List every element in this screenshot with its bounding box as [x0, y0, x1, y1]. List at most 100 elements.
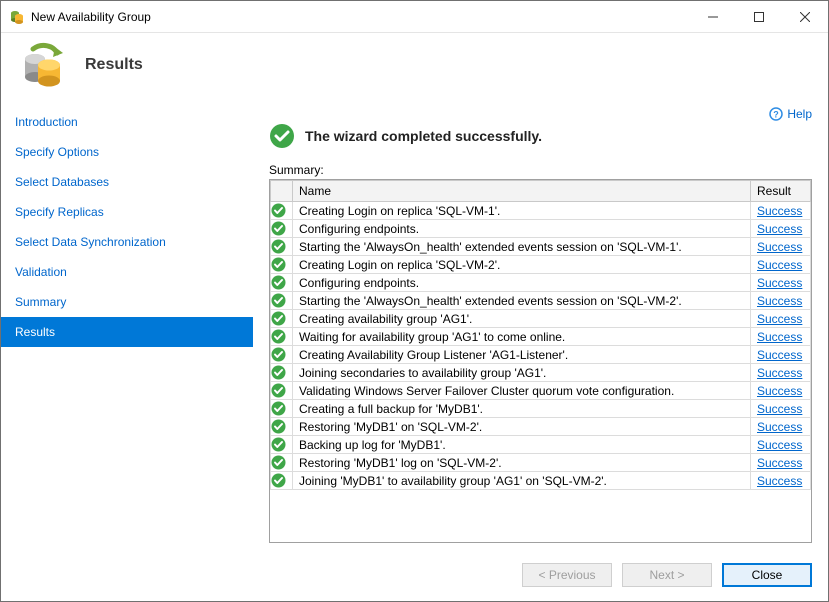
nav-step[interactable]: Specify Options	[1, 137, 253, 167]
success-check-icon	[271, 436, 293, 454]
result-link[interactable]: Success	[757, 420, 802, 434]
row-name: Starting the 'AlwaysOn_health' extended …	[293, 238, 751, 256]
status-row: The wizard completed successfully.	[269, 123, 812, 149]
success-check-icon	[271, 472, 293, 490]
result-link[interactable]: Success	[757, 402, 802, 416]
row-result: Success	[751, 220, 811, 238]
result-link[interactable]: Success	[757, 366, 802, 380]
row-name: Configuring endpoints.	[293, 220, 751, 238]
row-name: Configuring endpoints.	[293, 274, 751, 292]
result-link[interactable]: Success	[757, 276, 802, 290]
row-result: Success	[751, 382, 811, 400]
row-result: Success	[751, 346, 811, 364]
table-row: Starting the 'AlwaysOn_health' extended …	[271, 292, 811, 310]
row-result: Success	[751, 310, 811, 328]
result-link[interactable]: Success	[757, 222, 802, 236]
table-row: Creating Login on replica 'SQL-VM-1'.Suc…	[271, 202, 811, 220]
results-grid[interactable]: Name Result Creating Login on replica 'S…	[269, 179, 812, 543]
nav-step[interactable]: Select Data Synchronization	[1, 227, 253, 257]
col-header-name[interactable]: Name	[293, 181, 751, 202]
result-link[interactable]: Success	[757, 294, 802, 308]
close-wizard-button[interactable]: Close	[722, 563, 812, 587]
row-name: Creating availability group 'AG1'.	[293, 310, 751, 328]
success-check-icon	[269, 123, 295, 149]
wizard-icon	[19, 41, 67, 89]
row-name: Restoring 'MyDB1' log on 'SQL-VM-2'.	[293, 454, 751, 472]
close-button[interactable]	[782, 2, 828, 32]
nav-step[interactable]: Results	[1, 317, 253, 347]
row-result: Success	[751, 274, 811, 292]
body: IntroductionSpecify OptionsSelect Databa…	[1, 99, 828, 549]
table-row: Configuring endpoints. Success	[271, 274, 811, 292]
success-check-icon	[271, 328, 293, 346]
next-button: Next >	[622, 563, 712, 587]
success-check-icon	[271, 274, 293, 292]
success-check-icon	[271, 418, 293, 436]
row-result: Success	[751, 400, 811, 418]
titlebar: New Availability Group	[1, 1, 828, 33]
success-check-icon	[271, 400, 293, 418]
result-link[interactable]: Success	[757, 258, 802, 272]
nav-steps: IntroductionSpecify OptionsSelect Databa…	[1, 99, 253, 549]
success-check-icon	[271, 292, 293, 310]
button-row: < Previous Next > Close	[1, 549, 828, 601]
nav-step[interactable]: Select Databases	[1, 167, 253, 197]
success-check-icon	[271, 346, 293, 364]
row-name: Restoring 'MyDB1' on 'SQL-VM-2'.	[293, 418, 751, 436]
row-name: Creating Availability Group Listener 'AG…	[293, 346, 751, 364]
row-result: Success	[751, 256, 811, 274]
minimize-button[interactable]	[690, 2, 736, 32]
help-row: ? Help	[269, 107, 812, 121]
header: Results	[1, 33, 828, 99]
table-row: Backing up log for 'MyDB1'.Success	[271, 436, 811, 454]
row-name: Joining secondaries to availability grou…	[293, 364, 751, 382]
help-label: Help	[787, 107, 812, 121]
previous-button: < Previous	[522, 563, 612, 587]
row-result: Success	[751, 328, 811, 346]
table-row: Waiting for availability group 'AG1' to …	[271, 328, 811, 346]
help-link[interactable]: ? Help	[769, 107, 812, 121]
result-link[interactable]: Success	[757, 204, 802, 218]
summary-label: Summary:	[269, 163, 812, 177]
row-name: Starting the 'AlwaysOn_health' extended …	[293, 292, 751, 310]
col-header-result[interactable]: Result	[751, 181, 811, 202]
app-icon	[9, 9, 25, 25]
row-result: Success	[751, 418, 811, 436]
result-link[interactable]: Success	[757, 438, 802, 452]
help-icon: ?	[769, 107, 783, 121]
nav-step[interactable]: Validation	[1, 257, 253, 287]
nav-step[interactable]: Summary	[1, 287, 253, 317]
row-name: Validating Windows Server Failover Clust…	[293, 382, 751, 400]
success-check-icon	[271, 256, 293, 274]
result-link[interactable]: Success	[757, 456, 802, 470]
success-check-icon	[271, 364, 293, 382]
row-result: Success	[751, 364, 811, 382]
table-row: Starting the 'AlwaysOn_health' extended …	[271, 238, 811, 256]
table-row: Validating Windows Server Failover Clust…	[271, 382, 811, 400]
nav-step[interactable]: Introduction	[1, 107, 253, 137]
result-link[interactable]: Success	[757, 348, 802, 362]
result-link[interactable]: Success	[757, 312, 802, 326]
table-row: Joining secondaries to availability grou…	[271, 364, 811, 382]
table-row: Creating a full backup for 'MyDB1'. Succe…	[271, 400, 811, 418]
row-result: Success	[751, 436, 811, 454]
table-row: Creating availability group 'AG1'. Succes…	[271, 310, 811, 328]
success-check-icon	[271, 310, 293, 328]
result-link[interactable]: Success	[757, 330, 802, 344]
result-link[interactable]: Success	[757, 240, 802, 254]
table-row: Restoring 'MyDB1' on 'SQL-VM-2'. Success	[271, 418, 811, 436]
table-row: Configuring endpoints. Success	[271, 220, 811, 238]
maximize-button[interactable]	[736, 2, 782, 32]
success-check-icon	[271, 202, 293, 220]
success-check-icon	[271, 220, 293, 238]
result-link[interactable]: Success	[757, 474, 802, 488]
row-result: Success	[751, 238, 811, 256]
col-header-icon[interactable]	[271, 181, 293, 202]
wizard-window: New Availability Group R	[0, 0, 829, 602]
result-link[interactable]: Success	[757, 384, 802, 398]
row-name: Joining 'MyDB1' to availability group 'A…	[293, 472, 751, 490]
table-row: Creating Availability Group Listener 'AG…	[271, 346, 811, 364]
success-check-icon	[271, 238, 293, 256]
nav-step[interactable]: Specify Replicas	[1, 197, 253, 227]
row-name: Creating a full backup for 'MyDB1'.	[293, 400, 751, 418]
